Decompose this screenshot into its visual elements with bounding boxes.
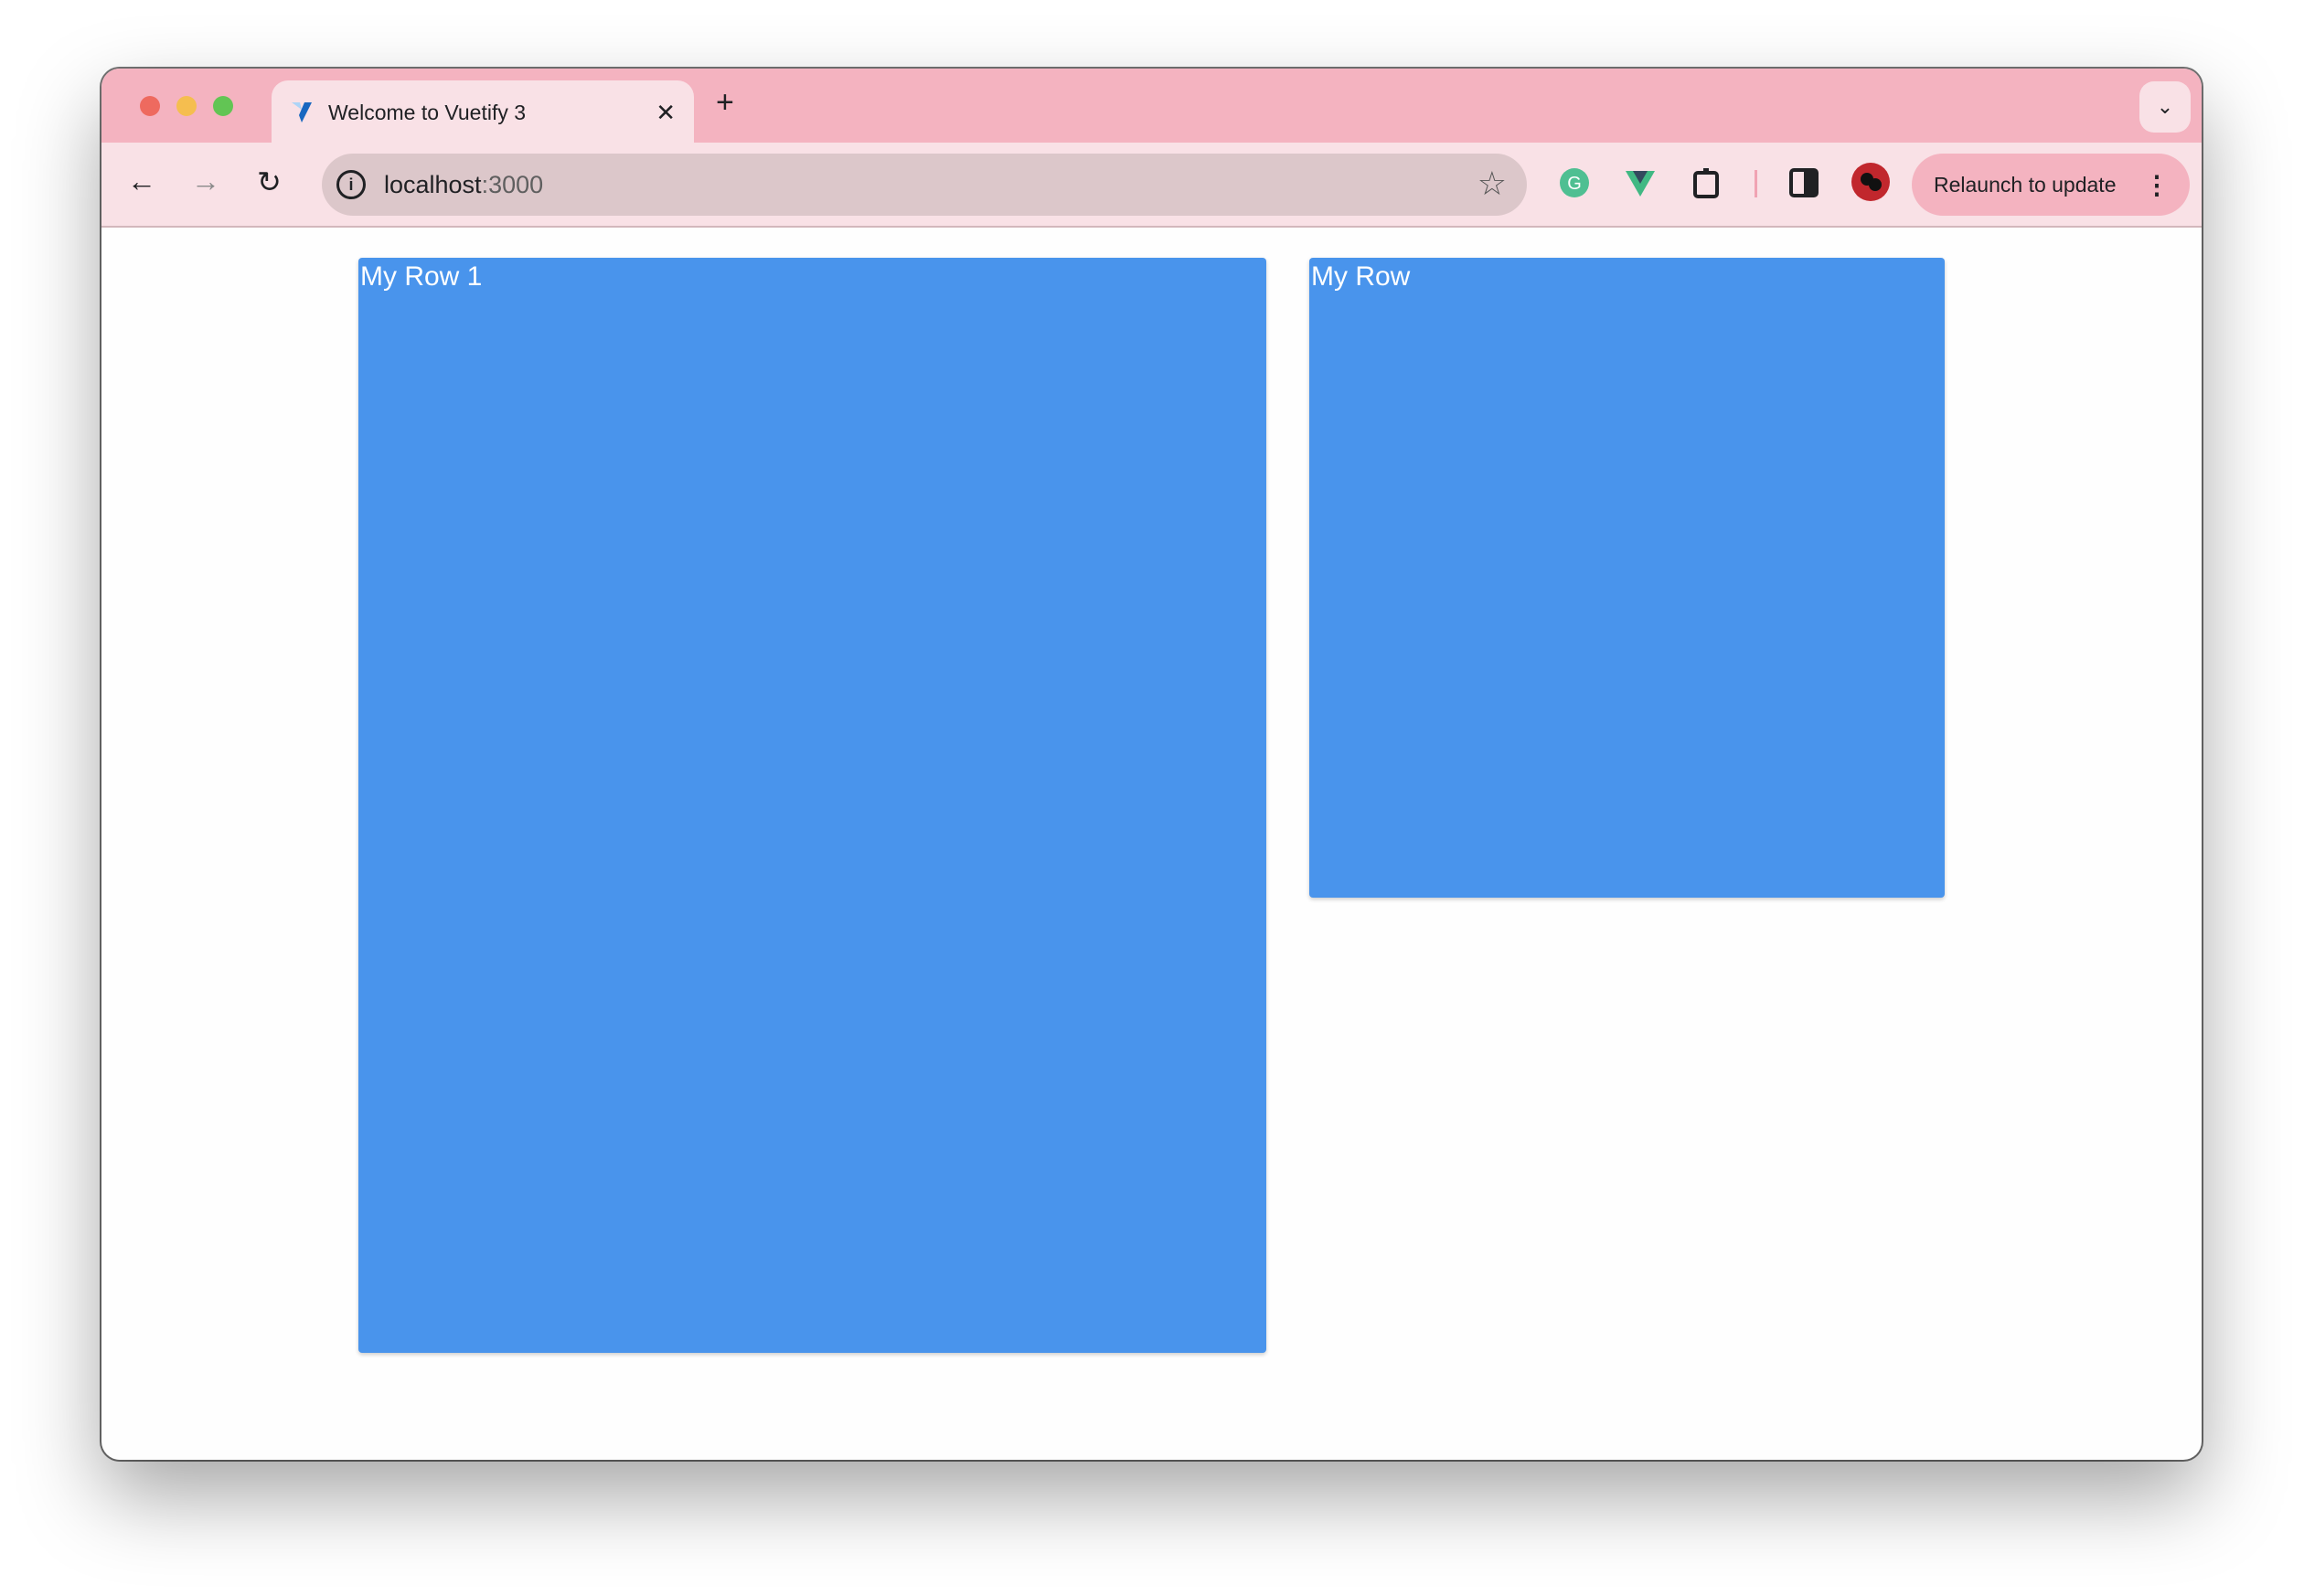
browser-window: Welcome to Vuetify 3 ✕ + ⌄ ← → ↻ i local… xyxy=(101,69,2202,1460)
address-bar[interactable]: i localhost:3000 ☆ xyxy=(322,154,1527,216)
svg-text:G: G xyxy=(1567,174,1582,194)
tab-active[interactable]: Welcome to Vuetify 3 ✕ xyxy=(272,80,694,144)
card-label: My Row xyxy=(1311,261,1411,292)
toolbar: ← → ↻ i localhost:3000 ☆ G Relaunch to u… xyxy=(101,143,2202,228)
tab-bar: Welcome to Vuetify 3 ✕ + ⌄ xyxy=(101,69,2202,144)
maximize-window-button[interactable] xyxy=(213,96,233,116)
url-host: localhost xyxy=(384,170,482,198)
reload-icon[interactable]: ↻ xyxy=(257,165,282,199)
url-port: :3000 xyxy=(481,170,544,198)
minimize-window-button[interactable] xyxy=(176,96,197,116)
forward-arrow-icon[interactable]: → xyxy=(191,165,220,198)
relaunch-label: Relaunch to update xyxy=(1934,172,2117,197)
row-card-1: My Row 1 xyxy=(358,258,1266,1353)
close-tab-icon[interactable]: ✕ xyxy=(656,99,676,127)
tab-title: Welcome to Vuetify 3 xyxy=(328,100,527,124)
back-arrow-icon[interactable]: ← xyxy=(127,165,156,198)
card-label: My Row 1 xyxy=(360,261,483,292)
new-tab-button[interactable]: + xyxy=(716,85,734,121)
relaunch-to-update-button[interactable]: Relaunch to update ⋮ xyxy=(1912,154,2190,216)
extensions-puzzle-icon[interactable] xyxy=(1691,166,1723,199)
bookmark-star-icon[interactable]: ☆ xyxy=(1477,165,1507,203)
close-window-button[interactable] xyxy=(140,96,160,116)
more-menu-icon[interactable]: ⋮ xyxy=(2144,170,2170,200)
row-card-2: My Row xyxy=(1309,258,1945,898)
profile-avatar[interactable] xyxy=(1851,163,1890,201)
vuetify-favicon-icon xyxy=(292,102,312,122)
url-text: localhost:3000 xyxy=(384,171,543,199)
vue-devtools-extension-icon[interactable] xyxy=(1624,166,1657,199)
tab-search-chevron-down-icon[interactable]: ⌄ xyxy=(2139,81,2191,133)
site-info-icon[interactable]: i xyxy=(336,170,366,199)
toolbar-divider xyxy=(1755,170,1757,197)
side-panel-icon[interactable] xyxy=(1787,166,1820,199)
grammarly-extension-icon[interactable]: G xyxy=(1558,166,1591,199)
